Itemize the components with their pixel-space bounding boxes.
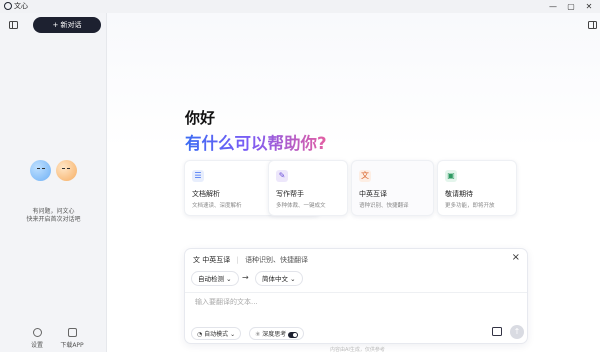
mascot-eye (37, 168, 40, 170)
chevron-down-icon: ⌄ (230, 331, 236, 338)
translate-icon: 文 (359, 170, 371, 182)
image-icon: ▣ (445, 170, 457, 182)
app-logo-icon (4, 2, 12, 10)
settings-label: 设置 (30, 342, 43, 349)
composer-mode-title: 中英互译 (202, 256, 231, 264)
composer-divider (185, 292, 527, 293)
mascot-eye (62, 168, 65, 170)
target-language-select[interactable]: 简体中文 ⌄ (255, 271, 303, 286)
toggle-switch[interactable] (288, 331, 299, 338)
composer-mode-sub: 语种识别、快捷翻译 (245, 256, 309, 264)
settings-button[interactable]: 设置 (22, 328, 52, 349)
sidebar: + 新对话 有问题，问文心 快来开启首次对话吧 (0, 13, 107, 352)
pen-icon: ✎ (276, 170, 288, 182)
header-divider: | (236, 256, 239, 264)
card-translate[interactable]: 文 中英互译 语种识别、快捷翻译 (351, 160, 434, 216)
target-language-value: 简体中文 (262, 275, 288, 283)
mascot-blue-icon (30, 160, 51, 181)
close-mode-button[interactable]: × (512, 252, 520, 263)
download-app-icon (67, 328, 77, 337)
chevron-down-icon: ⌄ (290, 275, 296, 283)
title-bar: 文心 — ▢ ✕ (0, 0, 600, 13)
card-desc: 语种识别、快捷翻译 (359, 203, 409, 209)
send-button[interactable]: ↑ (510, 325, 524, 339)
deep-think-label: 深度思考 (262, 331, 287, 338)
headline-text: 有什么可以帮助你? (185, 130, 327, 154)
translate-composer: 文 中英互译 | 语种识别、快捷翻译 × 自动检测 ⌄ → 简体中文 ⌄ 输入要… (184, 248, 528, 344)
composer-input[interactable]: 输入要翻译的文本... (195, 297, 258, 307)
card-writing-helper[interactable]: ✎ 写作帮手 多种体裁、一键成文 (268, 160, 348, 216)
maximize-button[interactable]: ▢ (562, 0, 580, 13)
close-window-button[interactable]: ✕ (580, 0, 598, 13)
card-title: 写作帮手 (276, 190, 304, 198)
card-coming-soon[interactable]: ▣ 敬请期待 更多功能，即将开放 (437, 160, 517, 216)
minimize-button[interactable]: — (544, 0, 562, 13)
mascot-eye (42, 168, 45, 170)
card-desc: 文档速读、深度解析 (192, 203, 242, 209)
chevron-down-icon: ⌄ (226, 275, 232, 283)
auto-mode-label: 自动模式 (204, 331, 229, 338)
deep-think-toggle[interactable]: ⚛ 深度思考 (249, 327, 305, 340)
card-desc: 更多功能，即将开放 (445, 203, 495, 209)
card-desc: 多种体裁、一键成文 (276, 203, 326, 209)
document-icon: ☰ (192, 170, 204, 182)
auto-mode-button[interactable]: ◔ 自动模式 ⌄ (191, 327, 242, 340)
mascot-eye (67, 168, 70, 170)
download-app-button[interactable]: 下载APP (57, 328, 87, 349)
gear-icon (32, 328, 42, 337)
right-panel-toggle-icon[interactable] (588, 21, 597, 29)
translate-icon: 文 (193, 256, 203, 264)
card-title: 中英互译 (359, 190, 387, 198)
folder-icon[interactable] (492, 327, 502, 336)
swap-arrow-icon[interactable]: → (242, 273, 249, 282)
sidebar-toggle-icon[interactable] (9, 21, 18, 29)
source-language-select[interactable]: 自动检测 ⌄ (191, 271, 239, 286)
greeting-text: 你好 (185, 109, 216, 127)
card-title: 敬请期待 (445, 190, 473, 198)
app-title: 文心 (14, 2, 28, 10)
sidebar-hint-line1: 有问题，问文心 (32, 208, 75, 215)
composer-header: 文 中英互译 | 语种识别、快捷翻译 (193, 255, 308, 265)
new-chat-button[interactable]: + 新对话 (33, 17, 101, 33)
download-app-label: 下载APP (60, 342, 84, 349)
source-language-value: 自动检测 (198, 275, 224, 283)
sidebar-hint-line2: 快来开启首次对话吧 (26, 216, 81, 223)
mascot-orange-icon (56, 160, 77, 181)
card-title: 文档解析 (192, 190, 220, 198)
